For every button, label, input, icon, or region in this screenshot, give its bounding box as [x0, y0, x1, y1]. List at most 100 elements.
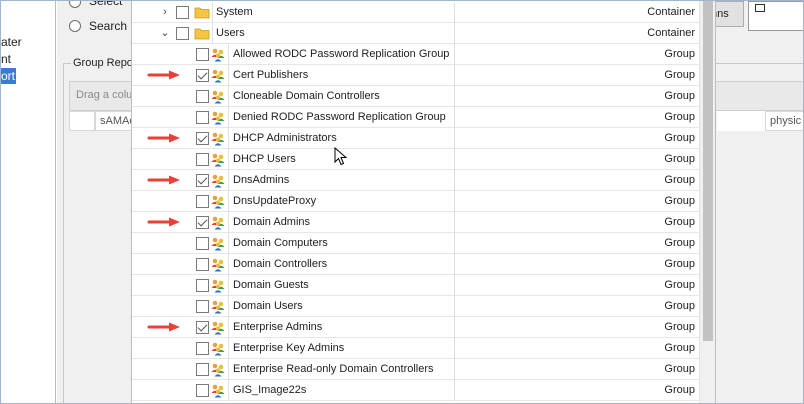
group-name: GIS_Image22s — [233, 384, 307, 396]
tree-row-group[interactable]: Domain Controllers Group — [132, 254, 700, 275]
object-type: Group — [454, 86, 699, 107]
tree-row-group[interactable]: GIS_Image22s Group — [132, 380, 700, 401]
chevron-down-icon[interactable]: ⌄ — [160, 27, 170, 39]
object-type: Group — [454, 170, 699, 191]
group-icon — [211, 342, 225, 356]
red-arrow-icon — [147, 217, 180, 227]
group-name: Enterprise Read-only Domain Controllers — [233, 363, 434, 375]
chevron-right-icon[interactable]: › — [160, 6, 170, 18]
red-arrow-icon — [147, 175, 180, 185]
group-name: Denied RODC Password Replication Group — [233, 111, 446, 123]
nav-item-updater[interactable]: ater — [1, 34, 55, 50]
tree-row-container[interactable]: › System Container — [132, 2, 700, 23]
object-type: Group — [454, 149, 699, 170]
group-tree-popup: › System Container ⌄ Users Container Allowed R… — [131, 1, 716, 403]
red-arrow-icon — [147, 70, 180, 80]
folder-icon — [194, 28, 210, 40]
mouse-cursor-icon — [334, 147, 348, 166]
tree-row-group[interactable]: Allowed RODC Password Replication Group G… — [132, 44, 700, 65]
group-icon — [211, 321, 225, 335]
search-radio[interactable] — [69, 20, 81, 32]
group-name: DHCP Administrators — [233, 132, 337, 144]
row-checkbox[interactable] — [196, 216, 209, 229]
select-radio-label: Select — [89, 0, 123, 8]
layout-icon — [755, 4, 765, 12]
folder-icon — [194, 7, 210, 19]
left-navigation: ater nt ort — [1, 1, 56, 403]
tree-row-group[interactable]: Enterprise Key Admins Group — [132, 338, 700, 359]
group-name: Allowed RODC Password Replication Group — [233, 48, 450, 60]
column-header-spacer — [717, 111, 765, 131]
row-checkbox[interactable] — [196, 300, 209, 313]
scrollbar-thumb[interactable] — [703, 1, 713, 341]
group-name: DHCP Users — [233, 153, 296, 165]
screenshot-frame: ater nt ort Select Search Group Repo Dra… — [0, 0, 804, 404]
container-name: Users — [216, 27, 245, 39]
group-name: Cert Publishers — [233, 69, 309, 81]
object-type: Container — [454, 23, 699, 44]
tree-row-group[interactable]: Cert Publishers Group — [132, 65, 700, 86]
nav-item-management[interactable]: nt — [1, 51, 55, 67]
group-name: Domain Computers — [233, 237, 328, 249]
layout-toggle-box[interactable] — [748, 1, 803, 31]
tree-row-group[interactable]: Domain Computers Group — [132, 233, 700, 254]
group-report-title: Group Repo — [71, 57, 135, 69]
group-name: Domain Controllers — [233, 258, 328, 270]
object-type: Group — [454, 359, 699, 380]
tree-row-group[interactable]: DHCP Users Group — [132, 149, 700, 170]
tree-row-group[interactable]: DnsUpdateProxy Group — [132, 191, 700, 212]
column-header-blank[interactable] — [69, 111, 95, 131]
row-checkbox[interactable] — [196, 90, 209, 103]
tree-row-group[interactable]: Domain Admins Group — [132, 212, 700, 233]
row-checkbox[interactable] — [176, 27, 189, 40]
column-header-physical[interactable]: physic — [765, 111, 803, 131]
row-checkbox[interactable] — [196, 195, 209, 208]
tree-row-group[interactable]: Domain Users Group — [132, 296, 700, 317]
group-icon — [211, 279, 225, 293]
vertical-scrollbar[interactable] — [699, 1, 715, 403]
object-type: Group — [454, 191, 699, 212]
object-type: Group — [454, 233, 699, 254]
nav-item-report[interactable]: ort — [1, 68, 16, 84]
column-header-samaccountname[interactable]: sAMAc — [95, 111, 135, 131]
row-checkbox[interactable] — [196, 279, 209, 292]
row-checkbox[interactable] — [196, 174, 209, 187]
tree-row-group[interactable]: Cloneable Domain Controllers Group — [132, 86, 700, 107]
tree-row-group[interactable]: DHCP Administrators Group — [132, 128, 700, 149]
row-checkbox[interactable] — [196, 48, 209, 61]
row-checkbox[interactable] — [196, 384, 209, 397]
tree-row-group[interactable]: DnsAdmins Group — [132, 170, 700, 191]
object-type: Group — [454, 254, 699, 275]
object-type: Group — [454, 128, 699, 149]
object-type: Group — [454, 65, 699, 86]
tree-row-container[interactable]: ⌄ Users Container — [132, 23, 700, 44]
row-checkbox[interactable] — [196, 363, 209, 376]
object-type: Container — [454, 2, 699, 23]
object-type: Group — [454, 275, 699, 296]
row-checkbox[interactable] — [196, 258, 209, 271]
group-icon — [211, 153, 225, 167]
row-checkbox[interactable] — [196, 321, 209, 334]
group-icon — [211, 216, 225, 230]
object-type: Group — [454, 317, 699, 338]
group-name: Domain Admins — [233, 216, 311, 228]
tree-row-group[interactable]: Enterprise Read-only Domain Controllers G… — [132, 359, 700, 380]
object-type: Group — [454, 212, 699, 233]
group-name: Domain Users — [233, 300, 303, 312]
container-name: System — [216, 6, 253, 18]
group-icon — [211, 384, 225, 398]
row-checkbox[interactable] — [196, 342, 209, 355]
tree-row-group[interactable]: Enterprise Admins Group — [132, 317, 700, 338]
row-checkbox[interactable] — [196, 69, 209, 82]
object-type: Group — [454, 338, 699, 359]
tree-row-group[interactable]: Denied RODC Password Replication Group Gr… — [132, 107, 700, 128]
group-icon — [211, 111, 225, 125]
row-checkbox[interactable] — [196, 132, 209, 145]
row-checkbox[interactable] — [196, 153, 209, 166]
row-checkbox[interactable] — [196, 111, 209, 124]
row-checkbox[interactable] — [196, 237, 209, 250]
row-checkbox[interactable] — [176, 6, 189, 19]
tree-row-group[interactable]: Domain Guests Group — [132, 275, 700, 296]
group-icon — [211, 90, 225, 104]
object-type: Group — [454, 107, 699, 128]
